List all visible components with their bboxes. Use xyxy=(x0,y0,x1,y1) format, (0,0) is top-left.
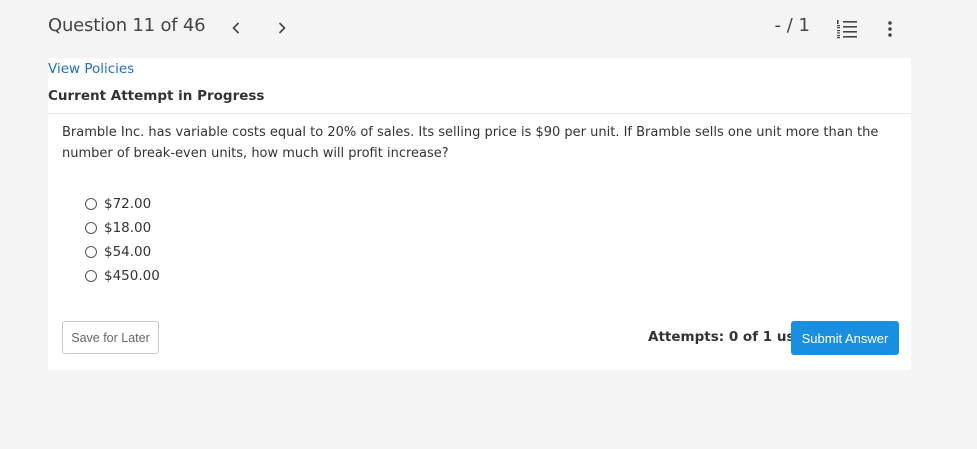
question-header: Question 11 of 46 - / 1 xyxy=(0,0,977,58)
answer-option[interactable]: $18.00 xyxy=(85,216,160,240)
attempt-status: Current Attempt in Progress xyxy=(48,88,265,104)
save-for-later-button[interactable]: Save for Later xyxy=(62,321,159,354)
question-text: Bramble Inc. has variable costs equal to… xyxy=(62,125,879,161)
answer-option[interactable]: $450.00 xyxy=(85,264,160,288)
submit-answer-button[interactable]: Submit Answer xyxy=(791,321,899,355)
view-policies-link[interactable]: View Policies xyxy=(48,61,134,77)
attempts-counter: Attempts: 0 of 1 used xyxy=(648,329,814,345)
previous-question-button[interactable] xyxy=(226,17,246,39)
answer-option[interactable]: $72.00 xyxy=(85,192,160,216)
more-options-button[interactable] xyxy=(880,17,900,41)
radio-button[interactable] xyxy=(85,270,97,282)
answer-option[interactable]: $54.00 xyxy=(85,240,160,264)
numbered-list-icon xyxy=(837,20,857,39)
radio-button[interactable] xyxy=(85,222,97,234)
radio-button[interactable] xyxy=(85,246,97,258)
more-vertical-icon xyxy=(888,21,892,37)
answer-option-label: $72.00 xyxy=(104,196,152,212)
chevron-left-icon xyxy=(232,22,240,34)
chevron-right-icon xyxy=(278,22,286,34)
question-counter: Question 11 of 46 xyxy=(48,15,206,36)
question-panel: View Policies Current Attempt in Progres… xyxy=(48,58,911,370)
answer-options: $72.00 $18.00 $54.00 $450.00 xyxy=(85,192,160,288)
answer-option-label: $450.00 xyxy=(104,268,160,284)
next-question-button[interactable] xyxy=(272,17,292,39)
radio-button[interactable] xyxy=(85,198,97,210)
answer-option-label: $54.00 xyxy=(104,244,152,260)
question-list-button[interactable] xyxy=(836,19,858,39)
attempt-header: View Policies Current Attempt in Progres… xyxy=(48,58,911,114)
answer-option-label: $18.00 xyxy=(104,220,152,236)
question-score: - / 1 xyxy=(774,15,810,36)
